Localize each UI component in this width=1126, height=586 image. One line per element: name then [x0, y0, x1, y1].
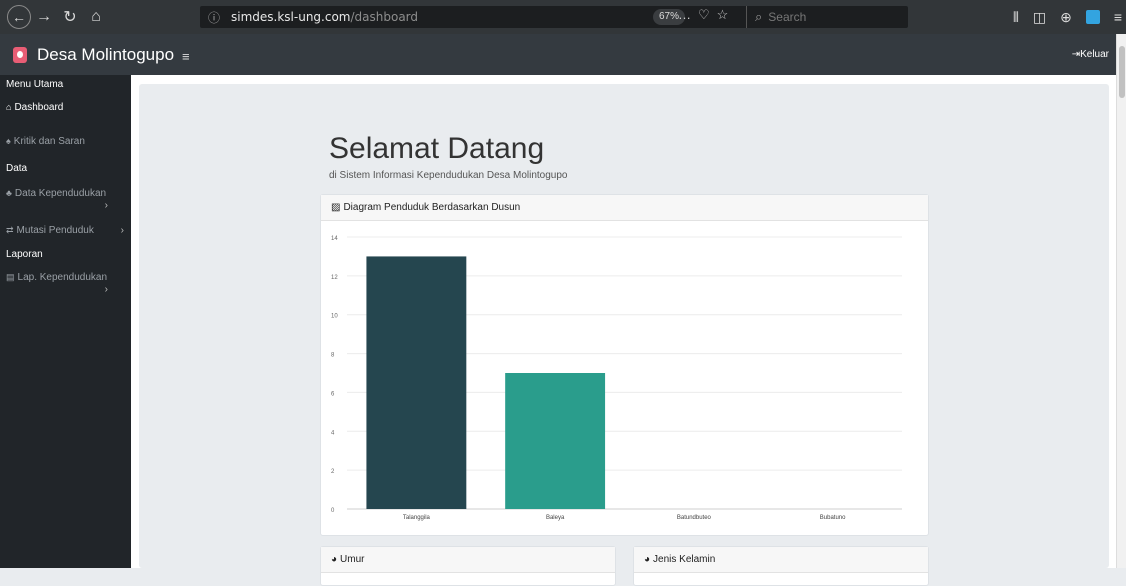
sidebar-heading-menu-utama: Menu Utama: [0, 75, 131, 94]
logout-button[interactable]: ⇥Keluar: [1072, 49, 1109, 60]
page-actions: …♡☆: [678, 7, 735, 23]
sidebar-item-lap-kependudukan[interactable]: ▤ Lap. Kependudukan ›: [0, 264, 131, 300]
arrow-left-icon: ←: [12, 9, 26, 25]
jumbotron: Selamat Datang di Sistem Informasi Kepen…: [139, 84, 1109, 586]
bar: [505, 373, 606, 509]
y-tick-label: 2: [331, 469, 335, 475]
search-icon: ⌕: [755, 9, 763, 24]
sidebar-item-dashboard[interactable]: ⌂ Dashboard: [0, 94, 131, 122]
chevron-right-icon: ›: [120, 225, 124, 236]
x-tick-label: Bubatuno: [820, 515, 846, 521]
y-tick-label: 8: [331, 353, 335, 359]
bar-chart: 0 2 4 6 8 10 12 14 Talanggila Baleya Batundbuteo Bu…: [331, 236, 902, 521]
print-icon: ▤: [6, 272, 15, 282]
y-tick-label: 0: [331, 508, 335, 514]
forward-button[interactable]: →: [31, 4, 57, 30]
umur-card-header: ◕ Umur: [321, 547, 615, 573]
bookmark-star-icon[interactable]: ☆: [717, 7, 736, 22]
users-icon: ♣: [6, 188, 12, 198]
extension-icon[interactable]: [1085, 10, 1100, 24]
chevron-right-icon: ›: [104, 200, 108, 211]
more-actions-icon[interactable]: …: [678, 7, 698, 22]
sidebar-item-kritik-dan-saran[interactable]: ♠ Kritik dan Saran: [0, 122, 131, 159]
url-text: simdes.ksl-ung.com/dashboard: [231, 10, 419, 24]
jenis-kelamin-card-header: ◕ Jenis Kelamin: [634, 547, 928, 573]
y-tick-label: 14: [331, 236, 338, 242]
main-content: Selamat Datang di Sistem Informasi Kepen…: [131, 75, 1116, 586]
info-icon[interactable]: ⓘ: [207, 9, 221, 26]
bar: [366, 256, 467, 509]
browser-tools: ⫴ ◫ ⊕ ≡: [1013, 0, 1122, 34]
search-input[interactable]: ⌕ Search: [746, 6, 908, 28]
page-scrollbar[interactable]: [1116, 34, 1126, 568]
library-icon[interactable]: ⫴: [1013, 9, 1019, 26]
sidebar-heading-laporan: Laporan: [0, 245, 131, 264]
y-tick-label: 4: [331, 430, 335, 436]
y-tick-label: 10: [331, 314, 338, 320]
exchange-icon: ⇄: [6, 225, 14, 235]
arrow-right-icon: →: [36, 8, 52, 25]
x-tick-label: Baleya: [546, 515, 565, 521]
pocket-icon[interactable]: ♡: [698, 7, 717, 22]
globe-icon[interactable]: ⊕: [1060, 9, 1072, 26]
reload-icon: ↻: [63, 9, 77, 26]
scroll-thumb[interactable]: [1119, 46, 1125, 98]
area-chart-icon: ▨: [331, 202, 341, 213]
page-title: Selamat Datang: [329, 132, 545, 165]
brand-logo-icon: [13, 46, 27, 63]
jenis-kelamin-card: ◕ Jenis Kelamin: [633, 546, 929, 586]
sidebar-heading-data: Data: [0, 159, 131, 178]
app-navbar: Desa Molintogupo ≡ ⇥Keluar: [0, 34, 1116, 75]
x-tick-label: Batundbuteo: [677, 515, 712, 521]
chart-card-header: ▨ Diagram Penduduk Berdasarkan Dusun: [321, 195, 928, 221]
pie-chart-icon: ◕: [331, 554, 338, 565]
browser-toolbar: ← → ↻ ⌂ ⓘ simdes.ksl-ung.com/dashboard 6…: [0, 0, 1126, 34]
y-tick-label: 6: [331, 391, 335, 397]
home-button[interactable]: ⌂: [83, 4, 109, 30]
sign-out-icon: ⇥: [1071, 49, 1081, 60]
x-tick-label: Talanggila: [403, 515, 431, 521]
url-bar[interactable]: ⓘ simdes.ksl-ung.com/dashboard 67% …♡☆ ⌕…: [200, 6, 908, 28]
sidebar-toggle-icon[interactable]: ◫: [1033, 9, 1046, 26]
brand-title[interactable]: Desa Molintogupo: [37, 45, 174, 65]
chevron-right-icon: ›: [104, 284, 108, 295]
home-icon: ⌂: [6, 102, 12, 112]
sidebar: Menu Utama ⌂ Dashboard ♠ Kritik dan Saran …: [0, 75, 131, 568]
pie-chart-icon: ◕: [644, 554, 651, 565]
umur-card: ◕ Umur: [320, 546, 616, 586]
reload-button[interactable]: ↻: [57, 4, 83, 30]
chart-card: ▨ Diagram Penduduk Berdasarkan Dusun 0 2 4 6…: [320, 194, 929, 536]
bell-icon: ♠: [6, 136, 11, 146]
menu-icon[interactable]: ≡: [1114, 9, 1122, 25]
page-subtitle: di Sistem Informasi Kependudukan Desa Mo…: [329, 170, 568, 181]
back-button[interactable]: ←: [7, 5, 31, 29]
y-tick-label: 12: [331, 275, 338, 281]
sidebar-item-data-kependudukan[interactable]: ♣ Data Kependudukan ›: [0, 178, 131, 214]
hamburger-icon[interactable]: ≡: [182, 49, 190, 64]
sidebar-item-mutasi-penduduk[interactable]: ⇄ Mutasi Penduduk ›: [0, 214, 131, 245]
house-icon: ⌂: [91, 8, 101, 25]
